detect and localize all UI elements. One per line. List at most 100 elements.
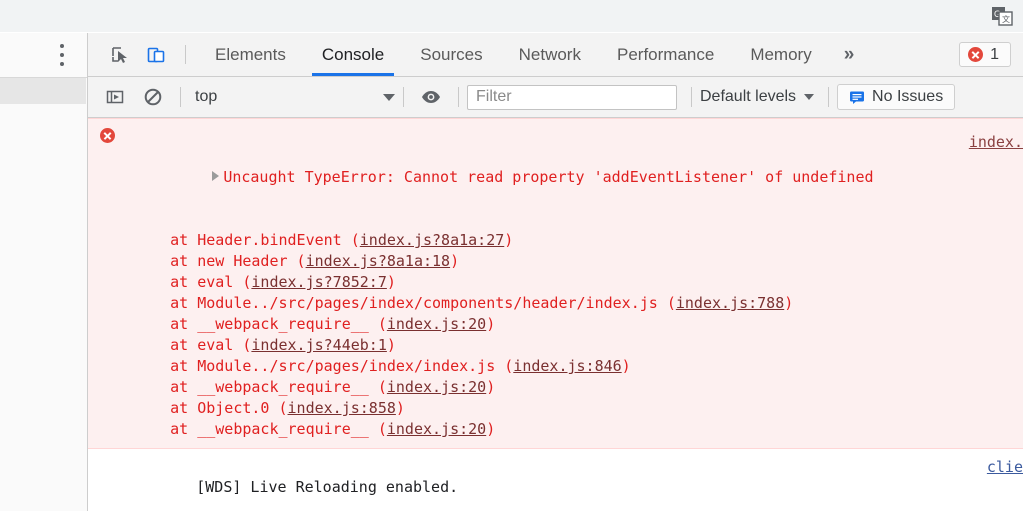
stack-frame-prefix: at eval (: [134, 336, 252, 354]
tab-performance-label: Performance: [616, 44, 715, 64]
devtools-tabbar: Elements Console Sources Network Perform…: [88, 33, 1023, 77]
toolbar-divider: [458, 87, 459, 107]
issues-button[interactable]: No Issues: [837, 84, 956, 110]
info-message-text: [WDS] Live Reloading enabled.: [196, 478, 459, 496]
stack-frame-link[interactable]: index.js:846: [513, 357, 621, 375]
stack-frame: at eval (index.js?44eb:1): [88, 335, 1023, 356]
execution-context-label: top: [195, 88, 218, 105]
chevron-down-icon: [383, 93, 395, 101]
execution-context-select[interactable]: top: [189, 88, 395, 106]
tab-memory[interactable]: Memory: [732, 33, 829, 76]
live-expression-icon[interactable]: [412, 77, 450, 118]
stack-frame: at Module../src/pages/index/index.js (in…: [88, 356, 1023, 377]
stack-frame-suffix: ): [450, 252, 460, 270]
stack-frame-prefix: at new Header (: [134, 252, 306, 270]
stack-frame-prefix: at __webpack_require__ (: [134, 420, 387, 438]
stack-frame-suffix: ): [386, 273, 396, 291]
stack-frame: at Module../src/pages/index/components/h…: [88, 293, 1023, 314]
tab-console[interactable]: Console: [304, 33, 402, 76]
error-source-link[interactable]: index.: [969, 132, 1023, 153]
stack-frame-link[interactable]: index.js:788: [676, 294, 784, 312]
console-sidebar-icon[interactable]: [96, 77, 134, 118]
stack-frame: at __webpack_require__ (index.js:20): [88, 314, 1023, 335]
issues-message-icon: [850, 91, 865, 104]
stack-frame: at eval (index.js?7852:7): [88, 272, 1023, 293]
stack-frame-suffix: ): [395, 399, 405, 417]
triangle-right-icon[interactable]: [212, 171, 220, 181]
stack-frame-suffix: ): [486, 420, 496, 438]
webpage-pane: [0, 33, 88, 511]
stack-frame-suffix: ): [486, 315, 496, 333]
device-toolbar-icon[interactable]: [138, 33, 174, 76]
tab-elements[interactable]: Elements: [197, 33, 304, 76]
chevron-down-icon: [804, 94, 815, 100]
stack-frame-suffix: ): [486, 378, 496, 396]
more-vertical-icon[interactable]: [60, 44, 65, 66]
error-title-text: Uncaught TypeError: Cannot read property…: [223, 168, 874, 186]
stack-frame-link[interactable]: index.js?44eb:1: [251, 336, 386, 354]
stack-frame-link[interactable]: index.js?8a1a:27: [360, 231, 505, 249]
stack-frame-suffix: ): [504, 231, 514, 249]
stack-frame-suffix: ): [386, 336, 396, 354]
filter-input[interactable]: Filter: [467, 84, 677, 110]
toolbar-divider: [691, 87, 692, 107]
error-circle-icon: [968, 47, 984, 62]
stack-frame-link[interactable]: index.js:20: [387, 378, 486, 396]
stack-frame: at Object.0 (index.js:858): [88, 398, 1023, 419]
console-toolbar: top Filter Default levels No Issues: [88, 77, 1023, 118]
filter-placeholder: Filter: [476, 88, 512, 105]
more-tabs-icon[interactable]: »: [830, 33, 869, 76]
error-title-row[interactable]: Uncaught TypeError: Cannot read property…: [88, 125, 1023, 230]
tab-network-label: Network: [518, 44, 581, 64]
stack-frame-prefix: at Object.0 (: [134, 399, 288, 417]
log-levels-label: Default levels: [700, 88, 797, 105]
stack-frame-link[interactable]: index.js:858: [288, 399, 396, 417]
stack-frame-suffix: ): [784, 294, 794, 312]
stack-frame: at new Header (index.js?8a1a:18): [88, 251, 1023, 272]
tab-network[interactable]: Network: [501, 33, 599, 76]
stack-frame-link[interactable]: index.js:20: [387, 315, 486, 333]
toolbar-divider: [828, 87, 830, 107]
stack-frame-link[interactable]: index.js:20: [387, 420, 486, 438]
devtools-tab-list: Elements Console Sources Network Perform…: [197, 33, 959, 76]
tab-performance[interactable]: Performance: [599, 33, 732, 76]
toolbar-divider: [185, 45, 186, 64]
tab-sources-label: Sources: [420, 44, 483, 64]
inspect-element-icon[interactable]: [102, 33, 138, 76]
console-info-message[interactable]: [WDS] Live Reloading enabled. clie: [88, 449, 1023, 510]
more-tabs-glyph: »: [843, 43, 855, 65]
error-count-label: 1: [990, 45, 999, 63]
error-count-badge[interactable]: 1: [959, 42, 1011, 67]
info-source-link[interactable]: clie: [987, 457, 1023, 478]
error-circle-icon: [100, 128, 115, 143]
stack-frame-link[interactable]: index.js?7852:7: [251, 273, 386, 291]
stack-frame: at __webpack_require__ (index.js:20): [88, 377, 1023, 398]
stack-frame: at Header.bindEvent (index.js?8a1a:27): [88, 230, 1023, 251]
devtools-screenshot: G 文 Elements Console Sources Network Per…: [0, 0, 1023, 511]
toolbar-divider: [180, 87, 181, 107]
page-menu-row: [0, 33, 87, 78]
clear-console-icon[interactable]: [134, 77, 172, 118]
console-error-message[interactable]: Uncaught TypeError: Cannot read property…: [88, 118, 1023, 449]
stack-frame-prefix: at Module../src/pages/index/components/h…: [134, 294, 676, 312]
stack-frame-suffix: ): [621, 357, 631, 375]
toolbar-divider: [403, 87, 404, 107]
tab-console-label: Console: [321, 44, 385, 64]
stack-frame: at __webpack_require__ (index.js:20): [88, 419, 1023, 440]
translate-icon[interactable]: G 文: [991, 6, 1013, 26]
issues-label: No Issues: [872, 88, 944, 105]
stack-frame-prefix: at __webpack_require__ (: [134, 315, 387, 333]
svg-text:文: 文: [1002, 14, 1010, 24]
tab-sources[interactable]: Sources: [402, 33, 500, 76]
stack-frame-prefix: at eval (: [134, 273, 252, 291]
stack-frame-prefix: at Header.bindEvent (: [134, 231, 360, 249]
tab-memory-label: Memory: [750, 44, 812, 64]
console-message-list: Uncaught TypeError: Cannot read property…: [88, 118, 1023, 510]
stack-frame-prefix: at __webpack_require__ (: [134, 378, 387, 396]
log-levels-select[interactable]: Default levels: [700, 88, 815, 106]
tab-elements-label: Elements: [215, 44, 286, 64]
stack-frame-prefix: at Module../src/pages/index/index.js (: [134, 357, 514, 375]
page-highlighted-row[interactable]: [0, 78, 86, 104]
devtools-panel: Elements Console Sources Network Perform…: [88, 33, 1023, 511]
stack-frame-link[interactable]: index.js?8a1a:18: [306, 252, 451, 270]
